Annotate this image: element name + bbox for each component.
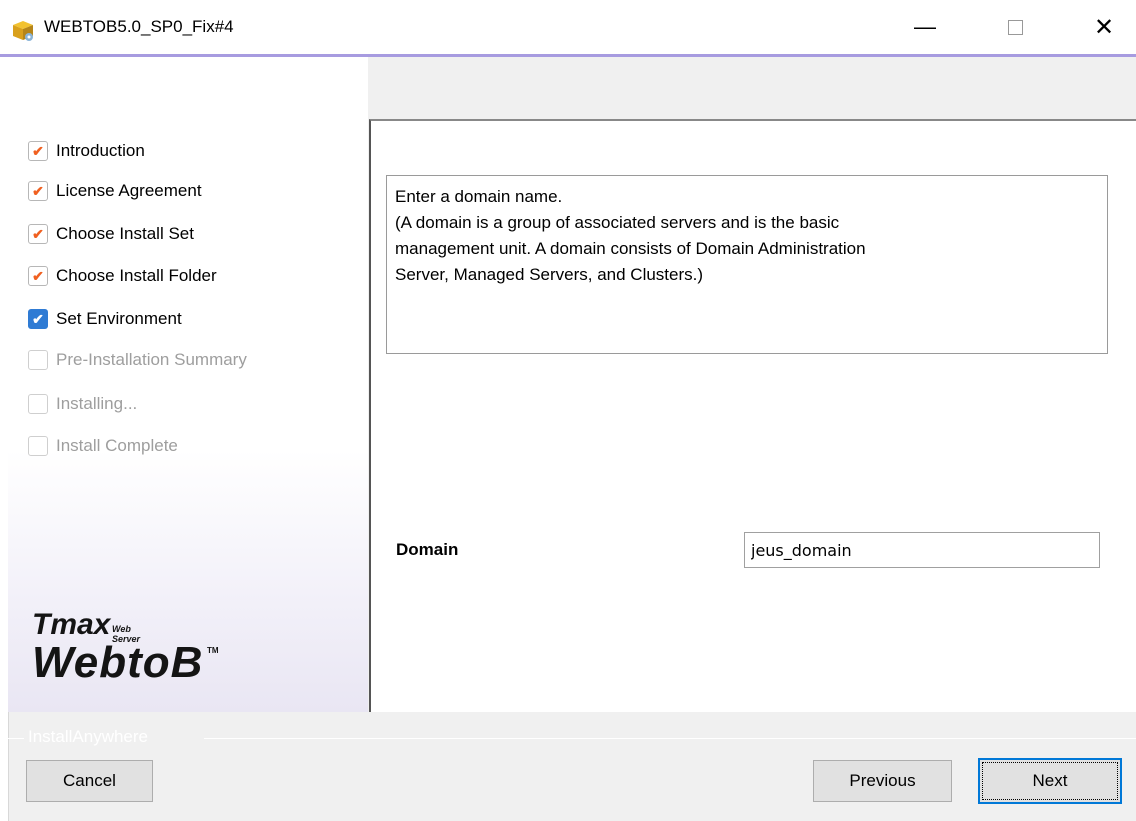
- next-button[interactable]: Next: [978, 758, 1122, 804]
- step-label: Installing...: [56, 394, 138, 413]
- window-title: WEBTOB5.0_SP0_Fix#4: [44, 17, 234, 36]
- step-label: Choose Install Set: [56, 224, 194, 243]
- step-item: Installing...: [28, 392, 137, 416]
- step-label: Introduction: [56, 141, 145, 160]
- step-item: Install Complete: [28, 434, 178, 458]
- brand-divider-left: [8, 738, 24, 739]
- domain-input[interactable]: [744, 532, 1100, 568]
- checkmark-icon: ✔: [28, 266, 48, 286]
- minimize-button[interactable]: —: [895, 0, 955, 54]
- description-box: Enter a domain name. (A domain is a grou…: [386, 175, 1108, 354]
- step-label: Pre-Installation Summary: [56, 350, 247, 369]
- description-line: management unit. A domain consists of Do…: [395, 239, 866, 258]
- description-line: Server, Managed Servers, and Clusters.): [395, 265, 704, 284]
- cancel-button[interactable]: Cancel: [26, 760, 153, 802]
- installer-box-icon: [13, 21, 33, 41]
- step-label: Install Complete: [56, 436, 178, 455]
- step-item: ✔ Choose Install Set: [28, 222, 194, 246]
- maximize-button[interactable]: [985, 0, 1045, 54]
- logo-webtob-text: WebtoB: [32, 638, 204, 687]
- description-line: Enter a domain name.: [395, 187, 563, 206]
- checkmark-icon: ✔: [28, 181, 48, 201]
- description-line: (A domain is a group of associated serve…: [395, 213, 840, 232]
- previous-button[interactable]: Previous: [813, 760, 952, 802]
- domain-label: Domain: [396, 540, 459, 559]
- step-label: Set Environment: [56, 309, 182, 328]
- next-button-label: Next: [982, 762, 1118, 800]
- checkmark-icon: ✔: [28, 224, 48, 244]
- unchecked-box-icon: [28, 350, 48, 370]
- checkmark-icon: ✔: [28, 141, 48, 161]
- brand-divider-right: [204, 738, 1136, 739]
- title-bar: WEBTOB5.0_SP0_Fix#4 — ✕: [0, 0, 1136, 54]
- step-item: ✔ Choose Install Folder: [28, 264, 217, 288]
- close-button[interactable]: ✕: [1074, 0, 1134, 54]
- step-item: ✔ Set Environment: [28, 307, 182, 331]
- step-item: ✔ License Agreement: [28, 179, 202, 203]
- logo-tm-mark: TM: [207, 646, 219, 655]
- unchecked-box-icon: [28, 394, 48, 414]
- step-item: ✔ Introduction: [28, 139, 145, 163]
- logo-tmax-text: Tmax: [32, 608, 111, 641]
- maximize-icon: [1007, 19, 1023, 35]
- installanywhere-label: InstallAnywhere: [28, 727, 149, 746]
- checkmark-icon: ✔: [28, 309, 48, 329]
- unchecked-box-icon: [28, 436, 48, 456]
- step-item: Pre-Installation Summary: [28, 348, 247, 372]
- step-label: Choose Install Folder: [56, 266, 217, 285]
- step-label: License Agreement: [56, 181, 202, 200]
